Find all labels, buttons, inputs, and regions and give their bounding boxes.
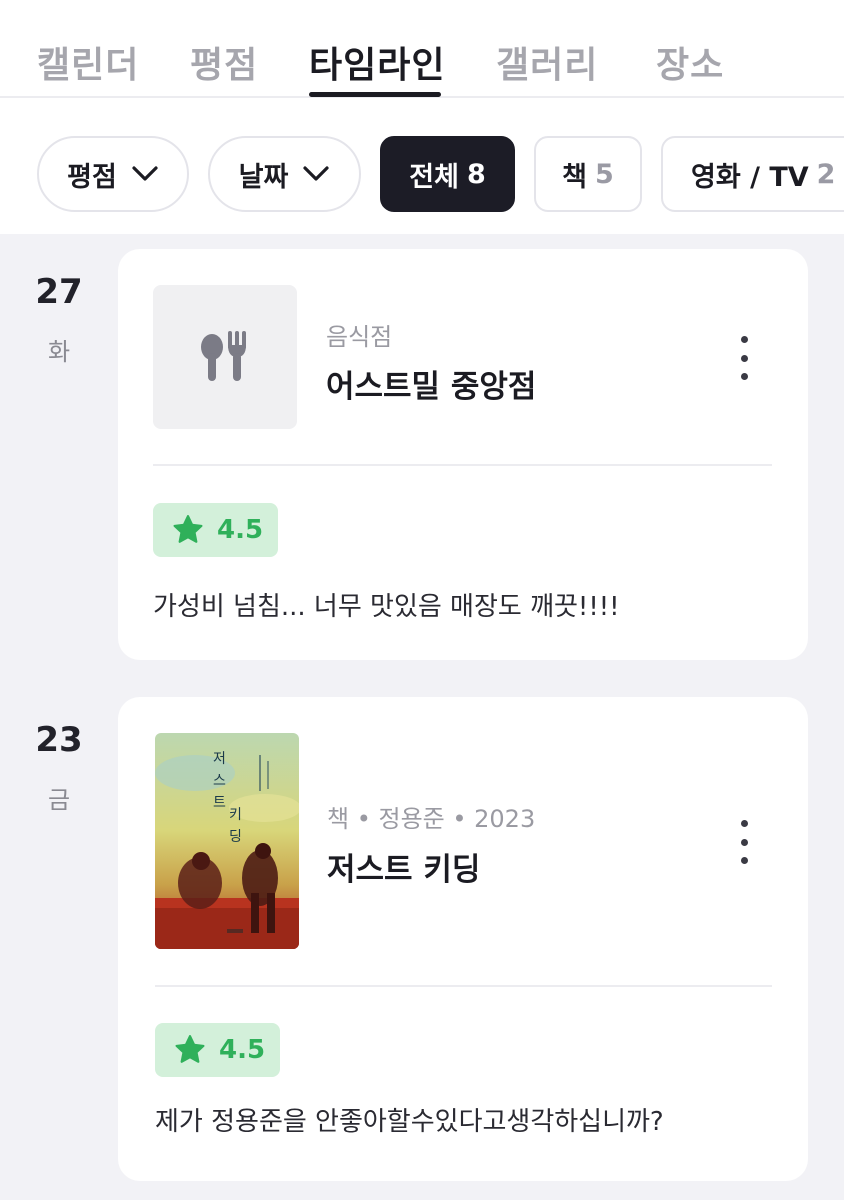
dot-icon <box>740 820 748 827</box>
weekday-label: 금 <box>47 786 71 814</box>
active-tab-indicator <box>309 92 441 97</box>
divider <box>153 464 772 466</box>
filter-book-count: 5 <box>595 158 614 190</box>
tab-timeline[interactable]: 타임라인 <box>309 36 445 88</box>
filter-book-label: 책 <box>562 161 588 193</box>
entry-date: 23 금 <box>0 720 118 815</box>
entry-title: 저스트 키딩 <box>327 852 481 888</box>
more-options-button[interactable] <box>734 336 754 380</box>
filter-all-chip[interactable]: 전체 8 <box>380 136 515 212</box>
restaurant-icon <box>201 331 246 381</box>
tab-calendar[interactable]: 캘린더 <box>37 36 139 88</box>
tab-rating[interactable]: 평점 <box>190 36 258 88</box>
rating-badge: 4.5 <box>155 1023 280 1077</box>
filter-all-label: 전체 <box>409 161 459 193</box>
filter-all-count: 8 <box>466 158 486 190</box>
tab-places[interactable]: 장소 <box>656 36 724 88</box>
star-icon <box>175 1035 205 1063</box>
cover-title-char: 저 <box>213 751 226 767</box>
date-sort-dropdown[interactable]: 날짜 <box>208 136 361 212</box>
day-number: 23 <box>35 720 83 760</box>
rating-sort-label: 평점 <box>67 161 117 193</box>
rating-value: 4.5 <box>219 1035 266 1065</box>
cover-title-char: 딩 <box>229 829 242 845</box>
rating-value: 4.5 <box>217 515 264 545</box>
review-text: 제가 정용준을 안좋아할수있다고생각하십니까? <box>155 1107 664 1137</box>
filter-movie-tv-label: 영화 / TV <box>691 161 809 193</box>
restaurant-thumbnail <box>153 285 297 429</box>
cover-title-char: 키 <box>229 807 242 823</box>
entry-category: 책 • 정용준 • 2023 <box>327 805 536 833</box>
rating-sort-dropdown[interactable]: 평점 <box>37 136 189 212</box>
cover-title-char: 트 <box>213 795 226 811</box>
divider <box>155 985 772 987</box>
timeline-card[interactable]: 음식점 어스트밀 중앙점 4.5 가성비 넘침... 너무 맛있음 매장도 깨끗… <box>118 249 808 660</box>
book-cover-image: 저 스 트 키 딩 <box>155 733 299 949</box>
filter-book-chip[interactable]: 책 5 <box>534 136 642 212</box>
cover-title-char: 스 <box>213 773 226 789</box>
day-number: 27 <box>35 272 83 312</box>
top-bar: 캘린더 평점 타임라인 갤러리 장소 평점 날짜 전체 8 책 5 영화 / T… <box>0 0 844 234</box>
dot-icon <box>740 857 748 864</box>
dot-icon <box>740 373 748 380</box>
entry-category: 음식점 <box>326 323 393 351</box>
tab-gallery[interactable]: 갤러리 <box>496 36 598 88</box>
review-text: 가성비 넘침... 너무 맛있음 매장도 깨끗!!!! <box>153 592 620 622</box>
weekday-label: 화 <box>47 338 71 366</box>
entry-title: 어스트밀 중앙점 <box>326 369 537 405</box>
dot-icon <box>740 354 748 362</box>
more-options-button[interactable] <box>734 820 754 864</box>
chevron-down-icon <box>132 166 158 181</box>
dot-icon <box>740 838 748 846</box>
star-icon <box>173 515 203 543</box>
chevron-down-icon <box>303 166 329 181</box>
filter-movie-tv-count: 2 <box>816 158 836 190</box>
entry-date: 27 화 <box>0 272 118 367</box>
timeline-card[interactable]: 저 스 트 키 딩 책 • 정용준 • 2023 저스트 키딩 4.5 제가 정… <box>118 697 808 1181</box>
book-cover: 저 스 트 키 딩 <box>155 733 299 949</box>
dot-icon <box>740 336 748 343</box>
date-sort-label: 날짜 <box>238 161 289 193</box>
filter-movie-tv-chip[interactable]: 영화 / TV 2 <box>661 136 844 212</box>
tab-bar: 캘린더 평점 타임라인 갤러리 장소 <box>0 0 844 98</box>
rating-badge: 4.5 <box>153 503 278 557</box>
